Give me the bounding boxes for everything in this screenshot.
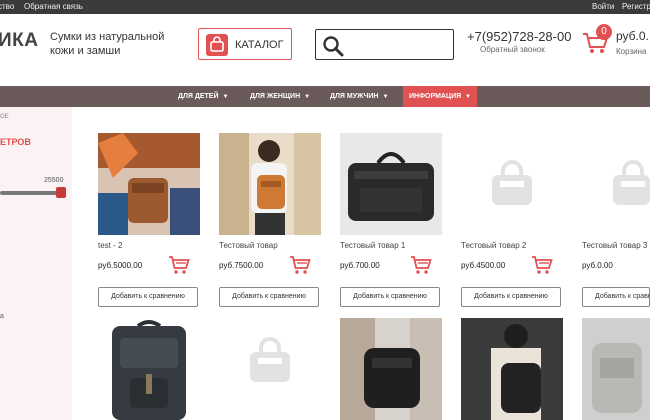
price-max-value: 25500 — [44, 177, 64, 184]
add-to-cart-icon[interactable] — [410, 255, 432, 280]
price-slider-track[interactable] — [0, 191, 60, 195]
product-image-placeholder[interactable] — [582, 133, 650, 235]
nav-item-info[interactable]: ИНФОРМАЦИЯ ▼ — [403, 86, 478, 107]
topbar-link-feedback[interactable]: Обратная связь — [24, 2, 83, 11]
sidebar-crumb[interactable]: ОЕ — [0, 114, 9, 120]
nav-item-kids[interactable]: ДЛЯ ДЕТЕЙ ▼ — [178, 86, 228, 107]
product-image[interactable] — [219, 133, 321, 235]
site-logo[interactable]: ИКА — [0, 30, 38, 52]
login-link[interactable]: Войти — [592, 2, 614, 11]
add-to-cart-icon[interactable] — [289, 255, 311, 280]
nav-item-label: ДЛЯ ДЕТЕЙ — [178, 93, 219, 100]
add-to-cart-icon[interactable] — [168, 255, 190, 280]
site-tagline: Сумки из натуральной кожи и замши — [50, 31, 165, 57]
register-link[interactable]: Регистр — [622, 2, 650, 11]
bag-icon — [206, 34, 228, 56]
topbar-link-about[interactable]: ство — [0, 2, 14, 11]
product-name[interactable]: Тестовый товар — [219, 241, 278, 250]
product-image[interactable] — [461, 318, 563, 420]
product-price: руб.4500.00 — [461, 261, 506, 270]
product-name[interactable]: Тестовый товар 1 — [340, 241, 405, 250]
add-to-compare-button[interactable]: Добавить к сравнению — [340, 287, 440, 307]
product-name[interactable]: Тестовый товар 3 — [582, 241, 647, 250]
caret-down-icon: ▼ — [465, 94, 472, 100]
product-image-placeholder[interactable] — [219, 318, 321, 420]
phone-number[interactable]: +7(952)728-28-00 — [467, 29, 571, 44]
product-name[interactable]: Тестовый товар 2 — [461, 241, 526, 250]
add-to-compare-button[interactable]: Добавить к сравнению — [582, 287, 650, 307]
site-header: ИКА Сумки из натуральной кожи и замши КА… — [0, 14, 650, 86]
catalog-label: КАТАЛОГ — [235, 39, 284, 51]
callback-link[interactable]: Обратный звонок — [480, 45, 545, 54]
product-image[interactable] — [340, 318, 442, 420]
cart-count-badge: 0 — [596, 24, 612, 40]
add-to-compare-button[interactable]: Добавить к сравнению — [461, 287, 561, 307]
caret-down-icon: ▼ — [222, 94, 229, 100]
caret-down-icon: ▼ — [304, 94, 311, 100]
cart-total[interactable]: руб.0. — [616, 29, 649, 43]
nav-item-men[interactable]: ДЛЯ МУЖЧИН ▼ — [330, 86, 388, 107]
nav-item-women[interactable]: ДЛЯ ЖЕНЩИН ▼ — [250, 86, 310, 107]
product-image[interactable] — [98, 133, 200, 235]
sidebar-item[interactable]: а — [0, 313, 4, 320]
product-image[interactable] — [98, 318, 200, 420]
price-slider-handle[interactable] — [56, 187, 66, 198]
main-nav: ДЛЯ ДЕТЕЙ ▼ ДЛЯ ЖЕНЩИН ▼ ДЛЯ МУЖЧИН ▼ ИНФОР… — [0, 86, 650, 107]
product-image[interactable] — [582, 318, 650, 420]
cart-label[interactable]: Корзина — [616, 47, 646, 56]
top-bar: ство Обратная связь Войти Регистр — [0, 0, 650, 14]
caret-down-icon: ▼ — [382, 94, 389, 100]
product-image[interactable] — [340, 133, 442, 235]
product-price: руб.700.00 — [340, 261, 380, 270]
product-image-placeholder[interactable] — [461, 133, 563, 235]
add-to-compare-button[interactable]: Добавить к сравнению — [219, 287, 319, 307]
nav-item-label: ИНФОРМАЦИЯ — [409, 93, 462, 100]
add-to-compare-button[interactable]: Добавить к сравнению — [98, 287, 198, 307]
search-input[interactable] — [315, 29, 454, 60]
nav-item-label: ДЛЯ МУЖЧИН — [330, 93, 379, 100]
nav-item-label: ДЛЯ ЖЕНЩИН — [250, 93, 301, 100]
product-price: руб.7500.00 — [219, 261, 264, 270]
catalog-button[interactable]: КАТАЛОГ — [198, 28, 292, 60]
search-icon[interactable] — [322, 35, 344, 62]
filter-sidebar: ОЕ ЕТРОВ 25500 а — [0, 107, 72, 420]
product-price: руб.5000.00 — [98, 261, 143, 270]
add-to-cart-icon[interactable] — [531, 255, 553, 280]
filter-heading: ЕТРОВ — [0, 137, 31, 147]
product-price: руб.0.00 — [582, 261, 613, 270]
product-name[interactable]: test - 2 — [98, 241, 122, 250]
